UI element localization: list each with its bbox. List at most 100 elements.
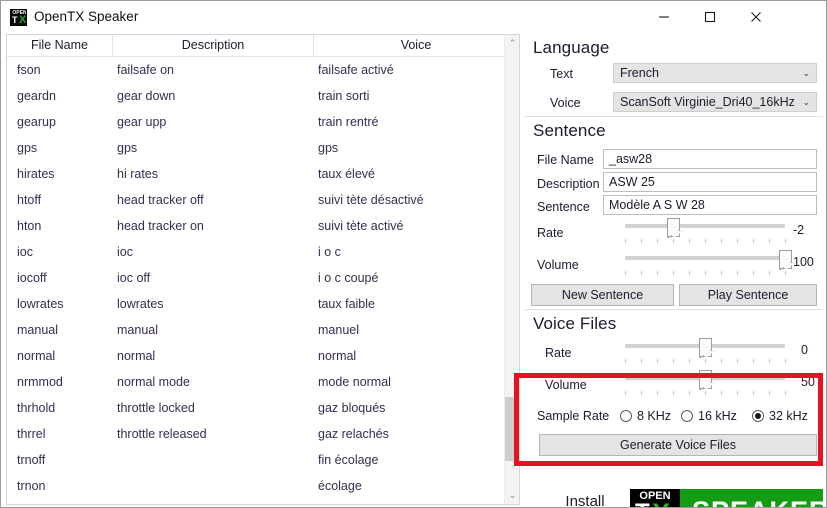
logo-t-text: T xyxy=(635,501,650,508)
table-row[interactable]: htoff head tracker off suivi tète désactiv… xyxy=(7,187,505,213)
row-voice: Modèle alizée xyxy=(318,499,505,504)
sentence-description-label: Description xyxy=(537,177,600,191)
row-voice: normal xyxy=(318,349,357,363)
table-row[interactable]: geardn gear down train sorti xyxy=(7,83,505,109)
row-description: manual xyxy=(117,323,158,337)
scrollbar-thumb[interactable] xyxy=(505,397,519,461)
sample-rate-label: Sample Rate xyxy=(537,409,610,423)
language-text-label: Text xyxy=(550,67,573,81)
title-bar: OPEN T X OpenTX Speaker xyxy=(1,1,826,35)
sample-rate-option-label: 8 KHz xyxy=(637,409,672,423)
row-voice: suivi tète activé xyxy=(318,219,404,233)
sample-rate-option-16khz[interactable]: 16 kHz xyxy=(681,409,737,423)
sentence-file-name-field[interactable]: _asw28 xyxy=(603,149,817,169)
row-file-name: trnon xyxy=(17,479,46,493)
table-row[interactable]: hirates hi rates taux élevé xyxy=(7,161,505,187)
opentx-speaker-window: OPEN T X OpenTX Speaker File Name Descript… xyxy=(0,0,827,508)
list-scrollbar[interactable]: ⌃ ⌄ xyxy=(504,35,519,504)
minimize-icon[interactable] xyxy=(641,1,687,33)
table-row[interactable]: thrrel throttle released gaz relachés xyxy=(7,421,505,447)
voice-files-rate-label: Rate xyxy=(545,346,572,360)
row-voice: i o c xyxy=(318,245,341,259)
language-voice-value: ScanSoft Virginie_Dri40_16kHz xyxy=(620,95,795,109)
column-header-voice[interactable]: Voice xyxy=(314,35,519,56)
maximize-icon[interactable] xyxy=(687,1,733,33)
row-voice: fin écolage xyxy=(318,453,379,467)
sentence-description-field[interactable]: ASW 25 xyxy=(603,172,817,192)
voice-files-volume-value: 50 xyxy=(801,375,815,389)
scroll-up-icon[interactable]: ⌃ xyxy=(505,35,519,52)
scroll-down-icon[interactable]: ⌄ xyxy=(505,487,519,504)
table-row[interactable]: _alize Alizée Modèle alizée xyxy=(7,499,505,504)
language-title: Language xyxy=(533,38,610,57)
sentence-description-value: ASW 25 xyxy=(609,175,655,189)
language-voice-label: Voice xyxy=(550,96,581,110)
row-description: lowrates xyxy=(117,297,164,311)
row-file-name: hirates xyxy=(17,167,55,181)
sentence-sentence-label: Sentence xyxy=(537,200,590,214)
column-header-description[interactable]: Description xyxy=(113,35,314,56)
chevron-down-icon: ⌄ xyxy=(802,97,810,107)
row-description: ioc xyxy=(117,245,133,259)
opentx-logo-icon: OPEN T X xyxy=(10,9,27,26)
voice-files-volume-label: Volume xyxy=(545,378,587,392)
row-file-name: nrmmod xyxy=(17,375,63,389)
row-description: head tracker off xyxy=(117,193,204,207)
row-description: gps xyxy=(117,141,138,155)
row-voice: failsafe activé xyxy=(318,63,394,77)
list-header: File Name Description Voice xyxy=(7,35,519,57)
row-file-name: gps xyxy=(17,141,38,155)
settings-panel: Language Text French ⌄ Voice ScanSoft Vi… xyxy=(525,34,826,508)
sentence-title: Sentence xyxy=(533,121,606,140)
row-file-name: fson xyxy=(17,63,41,77)
table-row[interactable]: gps gps gps xyxy=(7,135,505,161)
row-file-name: iocoff xyxy=(17,271,47,285)
sentence-file-name-value: _asw28 xyxy=(609,152,653,166)
list-body[interactable]: fson failsafe on failsafe activé geardn gear… xyxy=(7,57,505,504)
row-description: Alizée xyxy=(117,499,314,504)
language-text-select[interactable]: French ⌄ xyxy=(613,63,817,83)
table-row[interactable]: nrmmod normal mode mode normal xyxy=(7,369,505,395)
sample-rate-option-8khz[interactable]: 8 KHz xyxy=(620,409,671,423)
chevron-down-icon: ⌄ xyxy=(802,68,810,78)
row-description: throttle released xyxy=(117,427,207,441)
sample-rate-option-32khz[interactable]: 32 kHz xyxy=(752,409,808,423)
new-sentence-button[interactable]: New Sentence xyxy=(531,284,674,306)
sentence-sentence-field[interactable]: Modèle A S W 28 xyxy=(603,195,817,215)
sentence-group: Sentence File Name _asw28 Description AS… xyxy=(525,116,823,309)
column-header-file-name[interactable]: File Name xyxy=(7,35,113,56)
row-voice: mode normal xyxy=(318,375,391,389)
table-row[interactable]: trnoff fin écolage xyxy=(7,447,505,473)
table-row[interactable]: lowrates lowrates taux faible xyxy=(7,291,505,317)
row-description: hi rates xyxy=(117,167,158,181)
close-icon[interactable] xyxy=(733,1,779,33)
play-sentence-button[interactable]: Play Sentence xyxy=(679,284,817,306)
sentence-sentence-value: Modèle A S W 28 xyxy=(609,198,705,212)
row-file-name: _alize xyxy=(17,499,113,504)
row-description: normal mode xyxy=(117,375,190,389)
table-row[interactable]: thrhold throttle locked gaz bloqués xyxy=(7,395,505,421)
row-description xyxy=(117,447,314,473)
row-voice: gaz bloqués xyxy=(318,401,386,415)
table-row[interactable]: iocoff ioc off i o c coupé xyxy=(7,265,505,291)
table-row[interactable]: normal normal normal xyxy=(7,343,505,369)
install-voices-button[interactable]: Install Voices xyxy=(547,491,623,507)
row-file-name: thrhold xyxy=(17,401,56,415)
sentence-rate-value: -2 xyxy=(793,223,805,237)
row-description: throttle locked xyxy=(117,401,195,415)
table-row[interactable]: trnon écolage xyxy=(7,473,505,499)
table-row[interactable]: ioc ioc i o c xyxy=(7,239,505,265)
language-voice-select[interactable]: ScanSoft Virginie_Dri40_16kHz ⌄ xyxy=(613,92,817,112)
radio-icon xyxy=(620,410,632,422)
generate-voice-files-button[interactable]: Generate Voice Files xyxy=(539,434,817,456)
table-row[interactable]: manual manual manuel xyxy=(7,317,505,343)
row-file-name: geardn xyxy=(17,89,56,103)
voice-file-list[interactable]: File Name Description Voice fson failsafe… xyxy=(6,34,520,505)
language-group: Language Text French ⌄ Voice ScanSoft Vi… xyxy=(525,34,823,116)
table-row[interactable]: gearup gear upp train rentré xyxy=(7,109,505,135)
table-row[interactable]: hton head tracker on suivi tète activé xyxy=(7,213,505,239)
row-file-name: lowrates xyxy=(17,297,64,311)
table-row[interactable]: fson failsafe on failsafe activé xyxy=(7,57,505,83)
row-description: failsafe on xyxy=(117,63,174,77)
voice-files-title: Voice Files xyxy=(533,314,617,333)
